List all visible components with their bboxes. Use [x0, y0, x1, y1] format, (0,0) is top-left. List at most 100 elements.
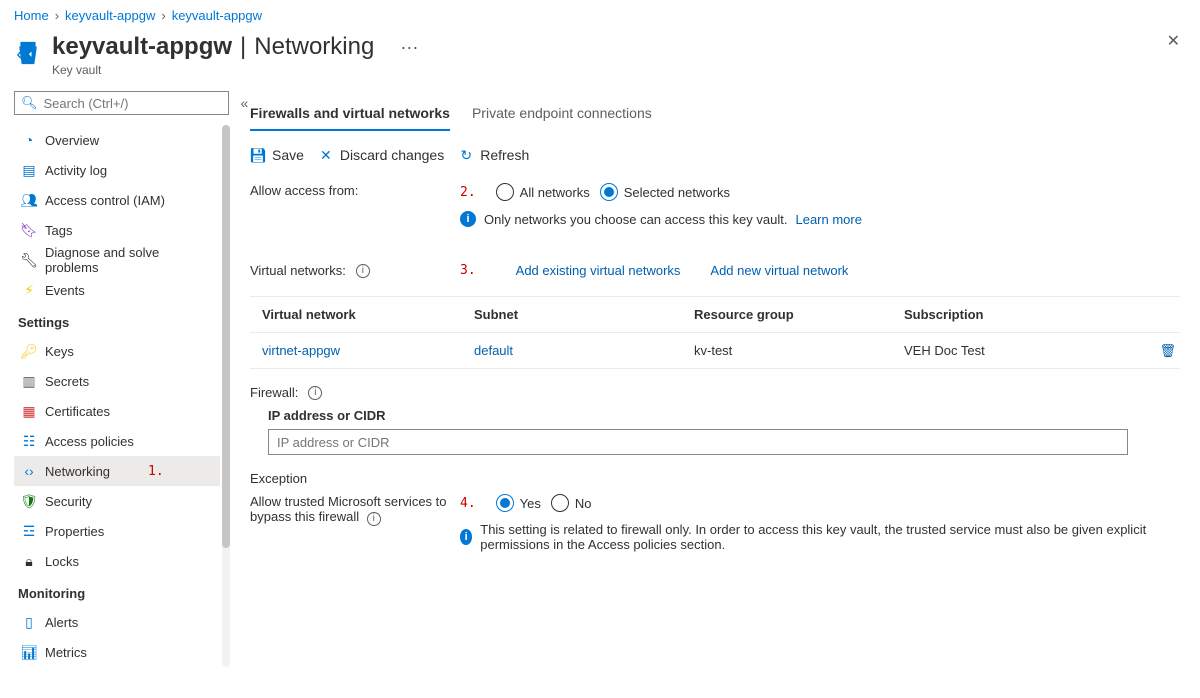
- exception-heading: Exception: [250, 471, 1180, 486]
- radio-exception-no[interactable]: No: [551, 494, 592, 512]
- firewall-label: Firewall: i: [250, 385, 460, 400]
- page-root: Home › keyvault-appgw › keyvault-appgw ‹…: [0, 0, 1200, 698]
- subscription-cell: VEH Doc Test: [904, 343, 1146, 358]
- breadcrumb-sep: ›: [55, 8, 59, 23]
- sidebar-item-activity-log[interactable]: ▤ Activity log: [14, 155, 220, 185]
- close-icon[interactable]: ✕: [1167, 31, 1180, 51]
- certificates-icon: ▦: [21, 403, 37, 419]
- learn-more-link[interactable]: Learn more: [795, 212, 861, 227]
- keyvault-icon: ‹›: [14, 39, 42, 67]
- radio-exception-yes[interactable]: Yes: [496, 494, 541, 512]
- body: 🔍︎ « ◔ Overview ▤ Activity log 👥︎ Access: [0, 91, 1200, 698]
- sidebar-item-alerts[interactable]: ▯ Alerts: [14, 607, 220, 637]
- header-divider: |: [240, 33, 246, 61]
- radio-circle-icon: [496, 494, 514, 512]
- access-policies-icon: ☷: [21, 433, 37, 449]
- page-header: ‹› keyvault-appgw | Networking ⋯ Key vau…: [0, 27, 1200, 91]
- ip-address-input[interactable]: [268, 429, 1128, 455]
- vnet-name-link[interactable]: virtnet-appgw: [262, 343, 340, 358]
- info-icon: i: [460, 211, 476, 227]
- sidebar-item-locks[interactable]: 🔒︎ Locks: [14, 546, 220, 576]
- sidebar-item-certificates[interactable]: ▦ Certificates: [14, 396, 220, 426]
- sidebar-item-security[interactable]: 🛡︎ Security: [14, 486, 220, 516]
- radio-circle-icon: [600, 183, 618, 201]
- delete-row-button[interactable]: 🗑︎: [1146, 343, 1176, 359]
- radio-selected-networks[interactable]: Selected networks: [600, 183, 730, 201]
- svg-text:›: ›: [30, 43, 36, 64]
- table-row: virtnet-appgw default kv-test VEH Doc Te…: [250, 333, 1180, 369]
- annotation-3: 3.: [460, 263, 476, 278]
- sidebar-item-events[interactable]: ⚡︎ Events: [14, 275, 220, 305]
- add-existing-vnet-link[interactable]: Add existing virtual networks: [516, 263, 681, 278]
- sidebar-item-overview[interactable]: ◔ Overview: [14, 125, 220, 155]
- search-icon: 🔍︎: [21, 95, 38, 111]
- page-title: Networking: [254, 33, 374, 61]
- sidebar-item-networking[interactable]: ‹› Networking 1.: [14, 456, 220, 486]
- command-bar: 💾︎ Save ✕ Discard changes ↻ Refresh: [250, 131, 1180, 177]
- table-header-row: Virtual network Subnet Resource group Su…: [250, 297, 1180, 333]
- resource-type: Key vault: [52, 63, 418, 77]
- search-input-wrapper[interactable]: 🔍︎: [14, 91, 229, 115]
- locks-icon: 🔒︎: [21, 553, 37, 569]
- virtual-networks-row: Virtual networks: i 3. Add existing virt…: [250, 257, 1180, 284]
- sidebar-item-properties[interactable]: ☲ Properties: [14, 516, 220, 546]
- ip-header: IP address or CIDR: [268, 408, 1180, 423]
- annotation-1: 1.: [148, 464, 164, 479]
- activity-log-icon: ▤: [21, 162, 37, 178]
- add-new-vnet-link[interactable]: Add new virtual network: [710, 263, 848, 278]
- virtual-networks-table: Virtual network Subnet Resource group Su…: [250, 296, 1180, 369]
- events-icon: ⚡︎: [21, 282, 37, 298]
- refresh-button[interactable]: ↻ Refresh: [458, 147, 529, 163]
- search-input[interactable]: [42, 95, 222, 112]
- tab-private-endpoint[interactable]: Private endpoint connections: [472, 97, 652, 131]
- svg-text:‹: ‹: [16, 43, 22, 64]
- tab-firewalls[interactable]: Firewalls and virtual networks: [250, 97, 450, 131]
- breadcrumb-home[interactable]: Home: [14, 8, 49, 23]
- allow-access-label: Allow access from:: [250, 183, 460, 198]
- discard-button[interactable]: ✕ Discard changes: [318, 147, 444, 163]
- radio-all-networks[interactable]: All networks: [496, 183, 590, 201]
- discard-icon: ✕: [318, 147, 334, 163]
- more-actions-button[interactable]: ⋯: [400, 38, 418, 59]
- info-tooltip-icon[interactable]: i: [308, 386, 322, 400]
- refresh-icon: ↻: [458, 147, 474, 163]
- allow-access-row: Allow access from: 2. All networks Selec…: [250, 177, 1180, 233]
- radio-circle-icon: [496, 183, 514, 201]
- sidebar-scrollbar[interactable]: [222, 125, 230, 667]
- sidebar-item-access-policies[interactable]: ☷ Access policies: [14, 426, 220, 456]
- breadcrumb: Home › keyvault-appgw › keyvault-appgw: [0, 0, 1200, 27]
- breadcrumb-1[interactable]: keyvault-appgw: [65, 8, 155, 23]
- sidebar-item-secrets[interactable]: ▥ Secrets: [14, 366, 220, 396]
- exception-row: Allow trusted Microsoft services to bypa…: [250, 494, 1180, 552]
- resource-name: keyvault-appgw: [52, 33, 232, 61]
- metrics-icon: 📊︎: [21, 644, 37, 660]
- col-header-vnet: Virtual network: [254, 307, 474, 322]
- allow-access-info: i Only networks you choose can access th…: [460, 211, 1180, 227]
- main-content: Firewalls and virtual networks Private e…: [230, 91, 1200, 698]
- security-icon: 🛡︎: [21, 493, 37, 509]
- alerts-icon: ▯: [21, 614, 37, 630]
- annotation-4: 4.: [460, 496, 476, 511]
- sidebar-item-metrics[interactable]: 📊︎ Metrics: [14, 637, 220, 667]
- tags-icon: 🔖︎: [21, 222, 37, 238]
- sidebar-nav: ◔ Overview ▤ Activity log 👥︎ Access cont…: [14, 125, 230, 667]
- breadcrumb-2[interactable]: keyvault-appgw: [172, 8, 262, 23]
- info-tooltip-icon[interactable]: i: [356, 264, 370, 278]
- sidebar-item-tags[interactable]: 🔖︎ Tags: [14, 215, 220, 245]
- overview-icon: ◔: [21, 132, 37, 148]
- save-button[interactable]: 💾︎ Save: [250, 147, 304, 163]
- sidebar-item-keys[interactable]: 🔑︎ Keys: [14, 336, 220, 366]
- annotation-2: 2.: [460, 185, 476, 200]
- sidebar-item-iam[interactable]: 👥︎ Access control (IAM): [14, 185, 220, 215]
- exception-label: Allow trusted Microsoft services to bypa…: [250, 494, 460, 552]
- col-header-subscription: Subscription: [904, 307, 1146, 322]
- iam-icon: 👥︎: [21, 192, 37, 208]
- firewall-block: Firewall: i IP address or CIDR: [250, 385, 1180, 455]
- sidebar-section-monitoring: Monitoring: [14, 576, 220, 607]
- info-tooltip-icon[interactable]: i: [367, 512, 381, 526]
- keys-icon: 🔑︎: [21, 343, 37, 359]
- breadcrumb-sep: ›: [161, 8, 165, 23]
- sidebar: 🔍︎ « ◔ Overview ▤ Activity log 👥︎ Access: [0, 91, 230, 698]
- subnet-link[interactable]: default: [474, 343, 513, 358]
- sidebar-item-diagnose[interactable]: 🔧︎ Diagnose and solve problems: [14, 245, 220, 275]
